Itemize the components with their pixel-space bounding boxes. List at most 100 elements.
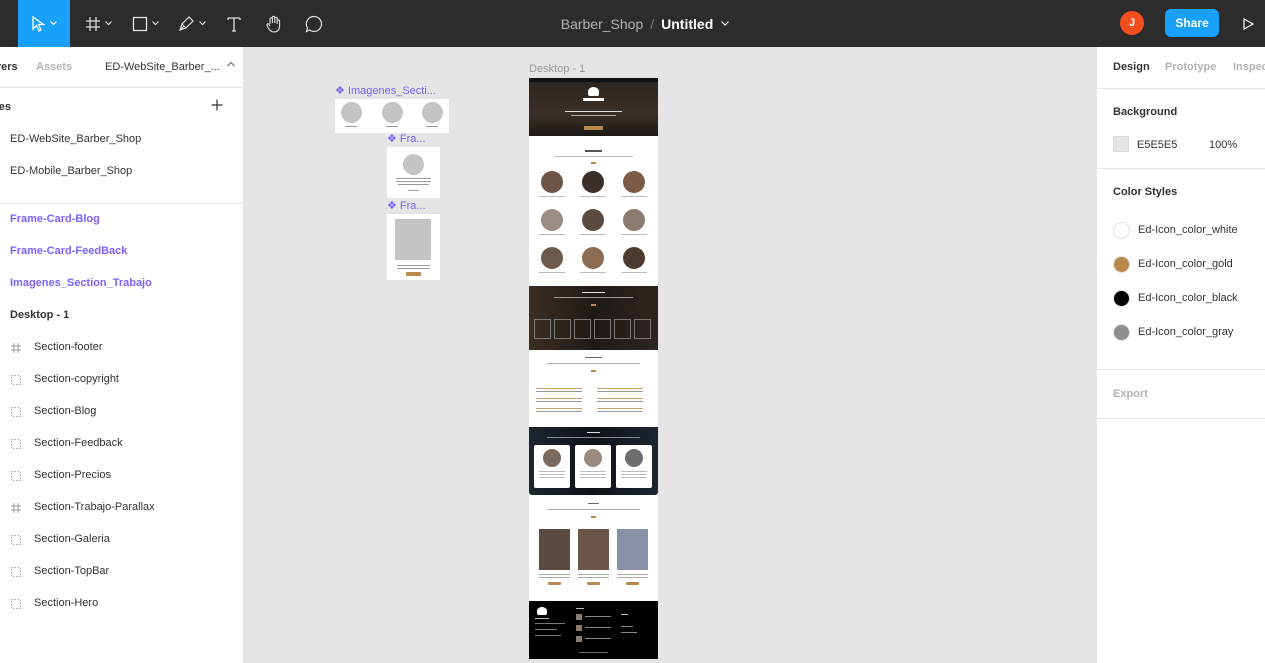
section-text: [554, 156, 633, 157]
layer-item[interactable]: Section-Hero: [34, 597, 98, 609]
chevron-down-icon: [199, 21, 206, 26]
layer-frame-card-blog[interactable]: Frame-Card-Blog: [10, 213, 100, 225]
text-tool-button[interactable]: [220, 0, 248, 47]
page-item-website[interactable]: ED-WebSite_Barber_Shop: [10, 133, 141, 145]
price-item-desc: [597, 391, 643, 392]
text-placeholder: [345, 126, 357, 127]
hand-tool-button[interactable]: [260, 0, 288, 47]
footer-post-text: [585, 627, 611, 628]
blog-button: [626, 582, 639, 585]
feedback-text: [539, 474, 565, 475]
label-desktop-1[interactable]: Desktop - 1: [529, 63, 585, 75]
hero-text: [565, 111, 622, 112]
comment-tool-button[interactable]: [300, 0, 328, 47]
layer-item[interactable]: Section-copyright: [34, 373, 119, 385]
frame-tool-button[interactable]: [78, 0, 118, 47]
move-tool-button[interactable]: [18, 0, 70, 47]
layer-imagenes-section-trabajo[interactable]: Imagenes_Section_Trabajo: [10, 277, 152, 289]
layer-desktop-1[interactable]: Desktop - 1: [10, 309, 69, 321]
file-name[interactable]: Untitled: [661, 16, 713, 32]
section-title: [585, 150, 602, 152]
blog-text: [617, 574, 648, 575]
layer-item[interactable]: Section-TopBar: [34, 565, 109, 577]
tab-prototype[interactable]: Prototype: [1165, 61, 1216, 73]
section-title: [585, 357, 602, 358]
blog-button: [548, 582, 561, 585]
section-footer[interactable]: [529, 601, 658, 659]
divider: [1097, 418, 1265, 419]
feedback-avatar: [584, 449, 602, 467]
page-selector[interactable]: ED-WebSite_Barber_...: [105, 61, 220, 73]
feedback-avatar: [625, 449, 643, 467]
pages-header: ges: [0, 101, 11, 113]
component-frame-card-feedback[interactable]: [387, 147, 440, 198]
feedback-text: [621, 477, 647, 478]
frame-desktop-1[interactable]: [529, 78, 658, 659]
barber-logo-icon: [588, 87, 599, 96]
color-style-name: Ed-Icon_color_white: [1138, 224, 1238, 236]
price-item-desc: [597, 401, 643, 402]
layer-item[interactable]: Section-Blog: [34, 405, 96, 417]
section-trabajo-parallax[interactable]: [529, 286, 658, 350]
canvas[interactable]: ❖ Imagenes_Secti... ❖ Fra... ❖ Fra... De…: [245, 47, 1096, 663]
blog-text: [578, 574, 609, 575]
footer-post-thumb: [576, 625, 582, 631]
color-swatch: [1113, 255, 1130, 273]
layer-frame-card-feedback[interactable]: Frame-Card-FeedBack: [10, 245, 127, 257]
file-title[interactable]: Barber_Shop / Untitled: [480, 0, 810, 47]
chevron-up-icon[interactable]: [227, 61, 235, 67]
label-frame-card-feedback[interactable]: ❖ Fra...: [387, 132, 426, 145]
project-name[interactable]: Barber_Shop: [561, 16, 644, 32]
blog-text: [539, 577, 570, 578]
share-button[interactable]: Share: [1165, 9, 1219, 37]
group-icon: [11, 535, 21, 548]
gallery-caption: [580, 196, 606, 197]
avatar[interactable]: J: [1120, 11, 1144, 35]
group-icon: [11, 471, 21, 484]
component-imagenes-section-trabajo[interactable]: [335, 99, 449, 133]
tab-design[interactable]: Design: [1113, 61, 1150, 73]
color-style-item[interactable]: Ed-Icon_color_white: [1113, 221, 1238, 239]
background-hex-input[interactable]: E5E5E5: [1137, 139, 1177, 151]
tab-layers[interactable]: yers: [0, 61, 18, 73]
background-opacity-input[interactable]: 100%: [1209, 139, 1237, 151]
color-style-item[interactable]: Ed-Icon_color_gray: [1113, 323, 1233, 341]
label-imagenes-section[interactable]: ❖ Imagenes_Secti...: [335, 84, 436, 97]
layer-item[interactable]: Section-footer: [34, 341, 102, 353]
footer-post-text: [585, 638, 611, 639]
section-precios[interactable]: [529, 351, 658, 426]
shape-tool-button[interactable]: [125, 0, 165, 47]
color-style-item[interactable]: Ed-Icon_color_black: [1113, 289, 1238, 307]
section-hero[interactable]: [529, 78, 658, 136]
pen-tool-button[interactable]: [172, 0, 212, 47]
section-blog[interactable]: [529, 496, 658, 599]
layer-item[interactable]: Section-Precios: [34, 469, 111, 481]
background-swatch[interactable]: [1113, 136, 1129, 152]
layer-item[interactable]: Section-Feedback: [34, 437, 123, 449]
layer-item[interactable]: Section-Trabajo-Parallax: [34, 501, 155, 513]
frame-icon: [11, 343, 21, 356]
add-page-icon[interactable]: [211, 99, 223, 111]
price-box: [614, 319, 631, 339]
price-item: [536, 398, 582, 399]
section-galeria[interactable]: [529, 137, 658, 285]
gallery-caption: [621, 196, 647, 197]
tab-assets[interactable]: Assets: [36, 61, 72, 73]
layer-item[interactable]: Section-Galeria: [34, 533, 110, 545]
barber-logo-icon: [537, 607, 547, 615]
avatar-placeholder: [403, 154, 424, 175]
chevron-down-icon[interactable]: [721, 21, 730, 26]
group-icon: [11, 375, 21, 388]
page-item-mobile[interactable]: ED-Mobile_Barber_Shop: [10, 165, 132, 177]
tab-inspect[interactable]: Inspec: [1233, 61, 1265, 73]
section-feedback[interactable]: [529, 427, 658, 495]
export-title[interactable]: Export: [1113, 388, 1148, 400]
component-frame-card-blog[interactable]: [387, 214, 440, 280]
gallery-image: [582, 171, 604, 193]
text-icon: [227, 16, 241, 32]
label-frame-card-blog[interactable]: ❖ Fra...: [387, 199, 426, 212]
color-style-name: Ed-Icon_color_gray: [1138, 326, 1234, 338]
present-button[interactable]: [1237, 13, 1259, 35]
text-placeholder: [396, 181, 431, 182]
color-style-item[interactable]: Ed-Icon_color_gold: [1113, 255, 1233, 273]
